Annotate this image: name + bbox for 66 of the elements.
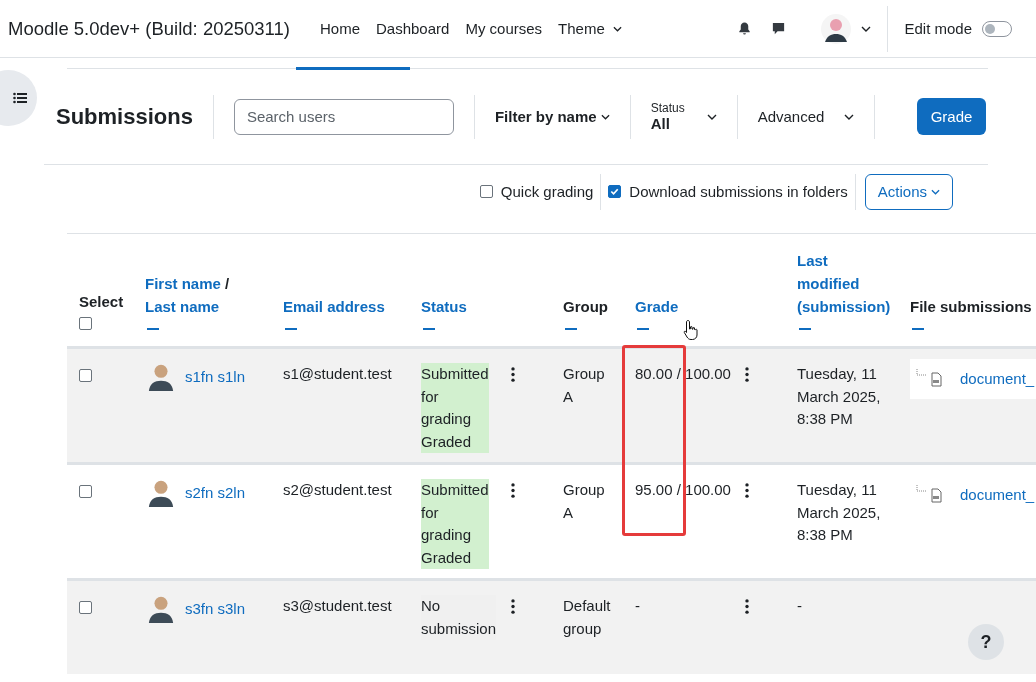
sort-link[interactable]: First name (145, 275, 221, 292)
modified-date-text: - (797, 596, 803, 616)
separator-text: / (225, 275, 230, 292)
status-label: Submitted for grading Graded (421, 479, 489, 569)
nav-link[interactable]: Home (320, 20, 360, 37)
filter-dropdown[interactable]: Filter by name (494, 108, 610, 125)
row-checkbox[interactable] (79, 601, 92, 614)
hand-cursor-icon (683, 319, 699, 341)
sort-link[interactable]: Last modified (submission) (797, 249, 889, 318)
file-link[interactable]: document_ (960, 483, 1035, 507)
sort-link[interactable]: Status (421, 295, 563, 318)
caret-icon (600, 113, 610, 120)
advanced-dropdown[interactable]: Advanced (757, 108, 854, 125)
list-icon (12, 92, 27, 104)
select-all-checkbox[interactable] (79, 317, 92, 330)
grade-text: - (635, 596, 640, 616)
column-header: Select (79, 292, 125, 312)
user-avatar-icon[interactable] (821, 13, 852, 44)
search-field[interactable]: Search users (233, 98, 454, 135)
sort-link[interactable]: Email address (283, 295, 421, 318)
email-text: s1@student.test (283, 365, 392, 382)
status-label: Submitted for grading Graded (421, 363, 489, 453)
option-checkbox[interactable] (608, 185, 622, 198)
column-header: File submissions (910, 297, 1033, 317)
email-text: s3@student.test (283, 597, 392, 614)
email-text: s2@student.test (283, 481, 392, 498)
row-checkbox[interactable] (79, 485, 92, 498)
caret-icon (931, 188, 940, 195)
actions-dropdown[interactable]: Actions (864, 173, 953, 210)
modified-date-text: Tuesday, 11 March 2025, 8:38 PM (797, 480, 882, 545)
option-checkbox[interactable] (479, 185, 493, 198)
kebab-menu-icon[interactable] (511, 483, 515, 498)
kebab-menu-icon[interactable] (745, 367, 749, 382)
edit-mode-label: Edit mode (904, 20, 972, 37)
nav-link[interactable]: My courses (465, 20, 543, 37)
nav-link[interactable]: Theme (558, 20, 622, 37)
group-text: Group A (563, 364, 605, 407)
sort-link[interactable]: Last name (145, 298, 220, 315)
grade-text: 80.00 / 100.00 (635, 364, 731, 384)
caret-icon (706, 113, 717, 120)
user-name-link[interactable]: s3fn s3ln (185, 598, 246, 621)
status-select[interactable]: Status All (650, 101, 717, 132)
kebab-menu-icon[interactable] (511, 599, 515, 614)
column-header: Group (563, 297, 609, 317)
row-checkbox[interactable] (79, 369, 92, 382)
file-link[interactable]: document_ (960, 367, 1035, 391)
kebab-menu-icon[interactable] (511, 367, 515, 382)
option-label[interactable]: Quick grading (500, 183, 594, 200)
user-name-link[interactable]: s1fn s1ln (185, 366, 246, 389)
grade-button[interactable]: Grade (916, 98, 987, 135)
site-title[interactable]: Moodle 5.0dev+ (Build: 20250311) (8, 17, 290, 40)
modified-date-text: Tuesday, 11 March 2025, 8:38 PM (797, 364, 882, 429)
user-name-link[interactable]: s2fn s2ln (185, 482, 246, 505)
caret-icon[interactable] (861, 25, 872, 32)
kebab-menu-icon[interactable] (745, 483, 749, 498)
option-label[interactable]: Download submissions in folders (629, 183, 848, 200)
grade-text: 95.00 / 100.00 (635, 480, 731, 500)
page-title: Submissions (56, 103, 193, 130)
kebab-menu-icon[interactable] (745, 599, 749, 614)
group-text: Default group (563, 596, 611, 639)
nav-link[interactable]: Dashboard (376, 20, 450, 37)
chat-bubble-icon[interactable] (771, 21, 787, 36)
notification-bell-icon[interactable] (737, 21, 753, 36)
sort-link[interactable]: Grade (635, 295, 797, 318)
caret-icon (843, 113, 854, 120)
group-text: Group A (563, 480, 605, 523)
